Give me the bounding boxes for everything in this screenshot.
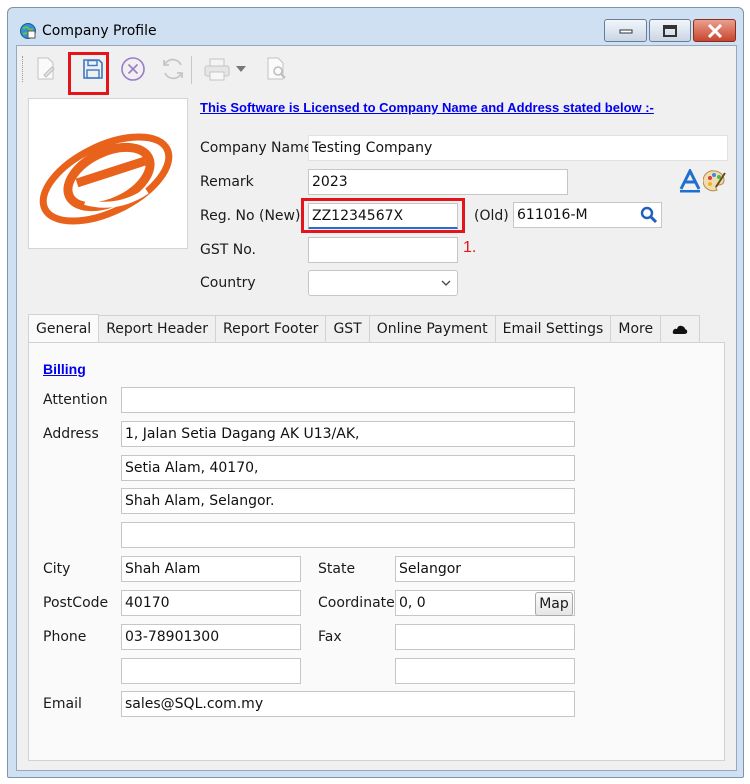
state-field[interactable]: Selangor [395, 556, 575, 582]
edit-document-icon [37, 57, 55, 80]
company-name-field[interactable]: Testing Company [308, 135, 728, 161]
print-preview-icon [267, 57, 286, 80]
gst-no-label: GST No. [200, 242, 256, 258]
print-dropdown-button[interactable] [234, 54, 248, 84]
gst-no-field[interactable] [308, 237, 458, 263]
chevron-down-icon [441, 280, 451, 286]
tab-gst[interactable]: GST [325, 315, 370, 343]
minimize-button[interactable] [604, 19, 647, 42]
city-field[interactable]: Shah Alam [121, 556, 301, 582]
address-line-3[interactable]: Shah Alam, Selangor. [121, 488, 575, 514]
tab-online-payment[interactable]: Online Payment [368, 315, 496, 343]
address-line-1[interactable]: 1, Jalan Setia Dagang AK U13/AK, [121, 421, 575, 447]
cancel-button[interactable] [118, 54, 148, 84]
caret-down-icon [236, 66, 246, 72]
email-field[interactable]: sales@SQL.com.my [121, 691, 575, 717]
fax-label: Fax [318, 629, 342, 645]
close-button[interactable] [693, 19, 736, 42]
tab-report-header[interactable]: Report Header [98, 315, 217, 343]
cancel-circle-icon [121, 57, 145, 81]
cloud-icon [672, 325, 688, 334]
preview-button[interactable] [262, 54, 292, 84]
tab-more[interactable]: More [610, 315, 662, 343]
remark-label: Remark [200, 174, 254, 190]
regno-old-label: (Old) [474, 208, 509, 224]
company-logo[interactable] [28, 98, 188, 249]
address-label: Address [43, 426, 99, 442]
tab-cloud[interactable] [660, 315, 701, 343]
step-1-label: 1. [463, 239, 477, 256]
save-highlight-box [68, 52, 109, 95]
email-label: Email [43, 696, 82, 712]
edit-button[interactable] [31, 54, 61, 84]
regno-highlight-box [301, 198, 465, 233]
regno-new-label: Reg. No (New) [200, 208, 301, 224]
window-title: Company Profile [42, 23, 157, 39]
phone-2-field[interactable] [121, 658, 301, 684]
company-name-label: Company Name [200, 140, 313, 156]
color-button[interactable] [703, 169, 727, 193]
estream-logo-icon [39, 133, 173, 225]
attention-label: Attention [43, 392, 108, 408]
refresh-button[interactable] [158, 54, 188, 84]
toolbar-separator [191, 56, 192, 84]
company-app-icon [20, 23, 36, 39]
city-label: City [43, 561, 71, 577]
lookup-button[interactable] [637, 203, 661, 227]
font-a-icon [679, 169, 701, 193]
tab-general[interactable]: General [28, 314, 100, 344]
title-bar[interactable]: Company Profile [8, 8, 743, 44]
postcode-label: PostCode [43, 595, 109, 611]
phone-field[interactable]: 03-78901300 [121, 624, 301, 650]
address-line-4[interactable] [121, 522, 575, 548]
country-select[interactable] [308, 270, 458, 296]
search-icon [640, 206, 658, 224]
tab-report-footer[interactable]: Report Footer [215, 315, 327, 343]
fax-2-field[interactable] [395, 658, 575, 684]
fax-field[interactable] [395, 624, 575, 650]
toolbar-grip [22, 56, 25, 82]
postcode-field[interactable]: 40170 [121, 590, 301, 616]
client-area: 2. This Software is Licensed to Company … [16, 45, 737, 771]
maximize-icon [663, 24, 677, 37]
minimize-icon [619, 29, 632, 33]
map-button[interactable]: Map [535, 592, 573, 616]
coordinate-label: Coordinate [318, 595, 395, 611]
address-line-2[interactable]: Setia Alam, 40170, [121, 455, 575, 481]
attention-field[interactable] [121, 387, 575, 413]
billing-heading[interactable]: Billing [43, 361, 86, 377]
license-notice[interactable]: This Software is Licensed to Company Nam… [200, 100, 730, 122]
country-label: Country [200, 275, 256, 291]
print-button[interactable] [202, 54, 232, 84]
palette-icon [703, 170, 726, 192]
toolbar [17, 46, 736, 90]
state-label: State [318, 561, 356, 577]
remark-field[interactable]: 2023 [308, 169, 568, 195]
phone-label: Phone [43, 629, 87, 645]
close-icon [707, 23, 722, 38]
refresh-icon [163, 58, 183, 80]
tab-email-settings[interactable]: Email Settings [494, 315, 612, 343]
font-button[interactable] [678, 169, 702, 193]
printer-icon [204, 58, 230, 81]
company-profile-window: Company Profile This Software is License… [7, 7, 744, 778]
profile-tabs: General Report Header Report Footer GST … [28, 314, 701, 344]
maximize-button[interactable] [649, 19, 691, 42]
